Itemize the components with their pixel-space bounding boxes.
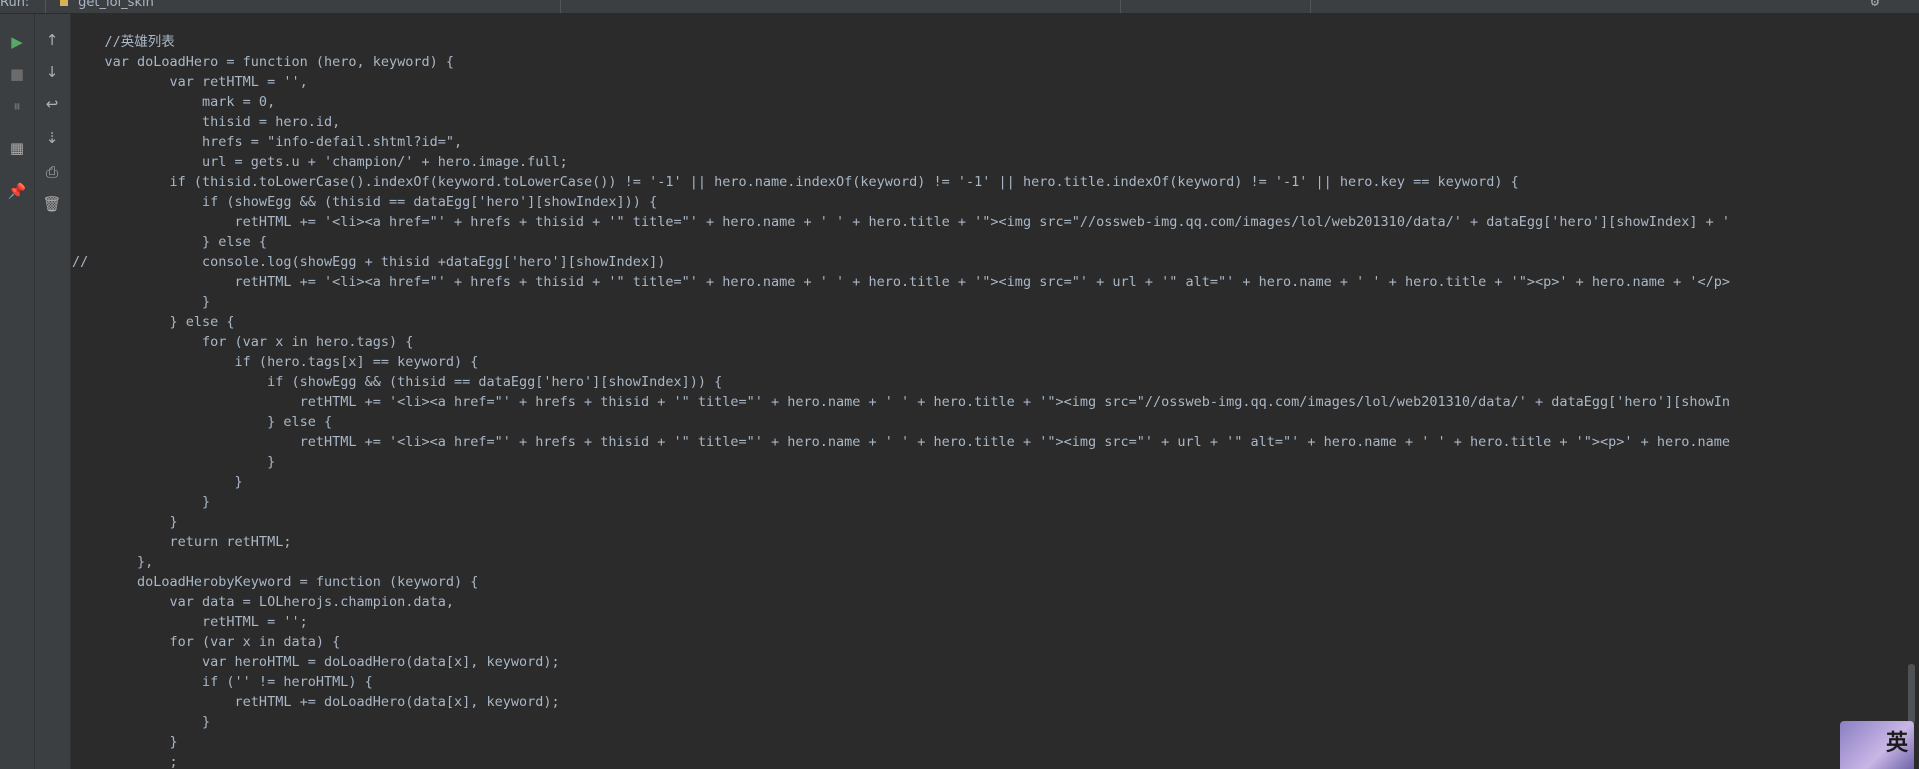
pin-icon[interactable]: 📌 [5, 179, 29, 203]
run-icon[interactable]: ▶ [5, 30, 29, 54]
console-line: } [72, 474, 243, 490]
console-line: if ('' != heroHTML) { [72, 674, 373, 690]
console-output[interactable]: //英雄列表 var doLoadHero = function (hero, … [72, 14, 1919, 769]
console-line: doLoadHerobyKeyword = function (keyword)… [72, 574, 479, 590]
arrow-up-icon[interactable]: ↑ [40, 28, 64, 52]
console-line: if (hero.tags[x] == keyword) { [72, 354, 479, 370]
console-line: if (showEgg && (thisid == dataEgg['hero'… [72, 374, 723, 390]
console-line: if (thisid.toLowerCase().indexOf(keyword… [72, 174, 1519, 190]
console-line: if (showEgg && (thisid == dataEgg['hero'… [72, 194, 658, 210]
file-tab-label: get_lol_skin [78, 0, 154, 10]
console-line: thisid = hero.id, [72, 114, 341, 130]
console-line: return retHTML; [72, 534, 292, 550]
console-toolbar: ↑ ↓ ↩ ⇣ ⎙ 🗑 [35, 14, 71, 769]
run-toolbar: ▶ ■ ⏸ ▦ 📌 [0, 14, 35, 769]
console-line: retHTML += doLoadHero(data[x], keyword); [72, 694, 560, 710]
console-line: } else { [72, 314, 235, 330]
console-line: retHTML += '<li><a href="' + hrefs + thi… [72, 274, 1731, 290]
console-line: mark = 0, [72, 94, 276, 110]
console-line: } else { [72, 414, 333, 430]
python-file-icon [60, 0, 68, 6]
console-line: var data = LOLherojs.champion.data, [72, 594, 455, 610]
scroll-to-end-icon[interactable]: ⇣ [40, 126, 64, 150]
print-icon[interactable]: ⎙ [40, 160, 64, 184]
soft-wrap-icon[interactable]: ↩ [40, 92, 64, 116]
console-line: } [72, 494, 211, 510]
console-line: //英雄列表 [72, 34, 175, 50]
tab-divider [1120, 0, 1121, 13]
settings-gear-icon[interactable]: ⚙ [1871, 0, 1879, 10]
pause-icon[interactable]: ⏸ [5, 94, 29, 118]
vertical-scrollbar[interactable] [1908, 664, 1915, 724]
console-line: var heroHTML = doLoadHero(data[x], keywo… [72, 654, 560, 670]
console-line: } [72, 294, 211, 310]
console-line: hrefs = "info-defail.shtml?id=", [72, 134, 463, 150]
console-line: // console.log(showEgg + thisid +dataEgg… [72, 254, 666, 270]
stop-icon[interactable]: ■ [5, 62, 29, 86]
console-line: } [72, 454, 276, 470]
console-line: for (var x in hero.tags) { [72, 334, 414, 350]
console-line: retHTML += '<li><a href="' + hrefs + thi… [72, 394, 1731, 410]
console-line: }, [72, 554, 154, 570]
tab-divider [45, 0, 46, 13]
console-line: var retHTML = '', [72, 74, 308, 90]
avatar-glyph: 英 [1885, 731, 1908, 756]
console-line: ; [72, 754, 178, 769]
console-line: } [72, 714, 211, 730]
console-line: var doLoadHero = function (hero, keyword… [72, 54, 455, 70]
console-line: } [72, 514, 178, 530]
console-line: retHTML = ''; [72, 614, 308, 630]
arrow-down-icon[interactable]: ↓ [40, 60, 64, 84]
trash-icon[interactable]: 🗑 [40, 192, 64, 216]
file-tab[interactable]: get_lol_skin [60, 0, 154, 10]
tab-divider [1310, 0, 1311, 13]
console-line: retHTML += '<li><a href="' + hrefs + thi… [72, 214, 1731, 230]
tab-divider [560, 0, 561, 13]
floating-avatar-widget[interactable]: 英 [1840, 721, 1914, 769]
layout-icon[interactable]: ▦ [5, 136, 29, 160]
console-line: retHTML += '<li><a href="' + hrefs + thi… [72, 434, 1731, 450]
console-line: for (var x in data) { [72, 634, 341, 650]
run-tab-label[interactable]: Run: [0, 0, 29, 10]
editor-tab-bar: Run: get_lol_skin ⚙ [0, 0, 1919, 14]
console-line: url = gets.u + 'champion/' + hero.image.… [72, 154, 568, 170]
console-line: } [72, 734, 178, 750]
console-line: } else { [72, 234, 268, 250]
